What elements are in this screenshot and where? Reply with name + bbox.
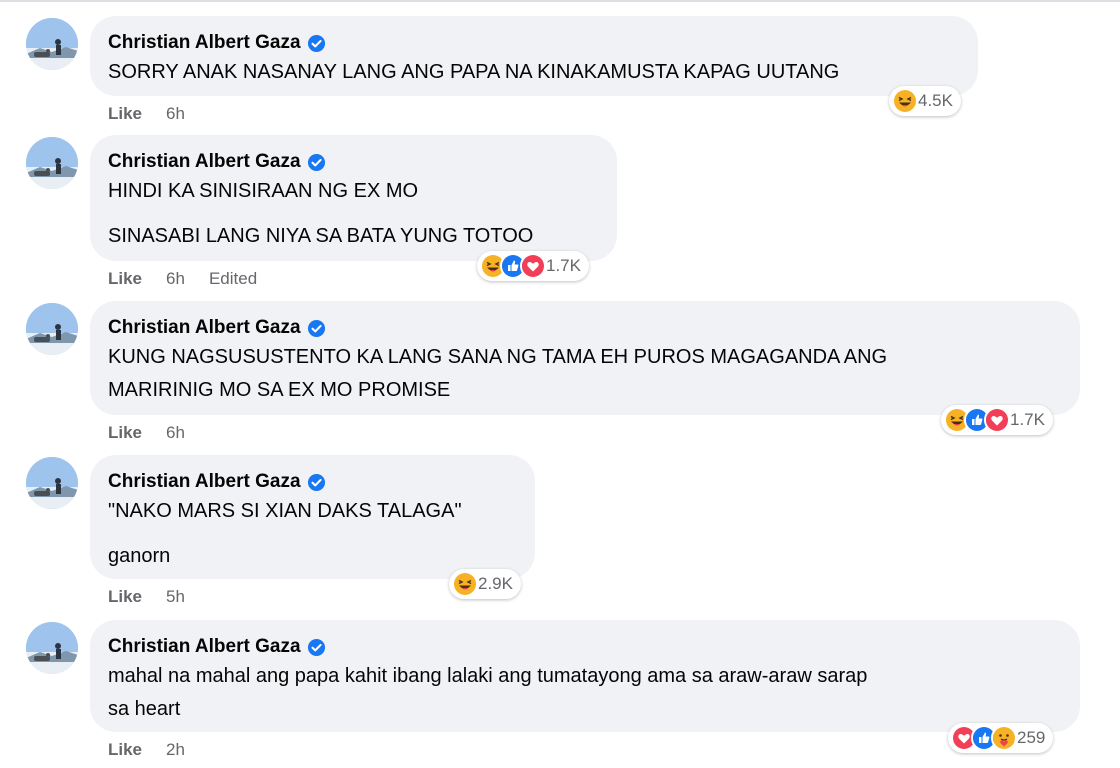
edited-label: Edited — [208, 269, 258, 288]
comment-bubble: Christian Albert Gaza mahal na mahal ang… — [90, 620, 1080, 732]
reaction-summary[interactable]: 1.7K — [941, 405, 1053, 435]
comment-bubble: Christian Albert Gaza HINDI KA SINISIRAA… — [90, 135, 617, 261]
verified-badge-icon — [307, 34, 326, 53]
avatar[interactable] — [26, 137, 78, 189]
comment-text: SORRY ANAK NASANAY LANG ANG PAPA NA KINA… — [108, 61, 840, 83]
comment-bubble: Christian Albert Gaza "NAKO MARS SI XIAN… — [90, 455, 535, 579]
comment-bubble: Christian Albert Gaza KUNG NAGSUSUSTENTO… — [90, 301, 1080, 415]
comment-timestamp[interactable]: 6h — [166, 423, 185, 443]
love-reaction-icon — [520, 253, 546, 279]
comment-bubble: Christian Albert Gaza SORRY ANAK NASANAY… — [90, 16, 978, 96]
reaction-count: 259 — [1017, 728, 1046, 747]
reaction-summary[interactable]: 4.5K — [889, 86, 961, 116]
like-button[interactable]: Like — [108, 423, 142, 443]
comment-actions: Like 6h — [108, 104, 209, 124]
avatar[interactable] — [26, 18, 78, 70]
like-button[interactable]: Like — [108, 587, 142, 607]
verified-badge-icon — [307, 319, 326, 338]
comment-author[interactable]: Christian Albert Gaza — [108, 32, 301, 54]
comment-timestamp[interactable]: 6h — [166, 269, 185, 289]
reaction-count: 4.5K — [918, 91, 953, 110]
comment-author[interactable]: Christian Albert Gaza — [108, 151, 301, 173]
avatar[interactable] — [26, 622, 78, 674]
haha-reaction-icon — [452, 571, 478, 597]
verified-badge-icon — [307, 638, 326, 657]
comment-author[interactable]: Christian Albert Gaza — [108, 471, 301, 493]
comment-text: SINASABI LANG NIYA SA BATA YUNG TOTOO — [108, 225, 534, 247]
love-reaction-icon — [984, 407, 1010, 433]
comment-actions: Like 6h — [108, 423, 209, 443]
reaction-summary[interactable]: 259 — [948, 723, 1054, 753]
comment-text: mahal na mahal ang papa kahit ibang lala… — [108, 665, 868, 687]
comment-text: HINDI KA SINISIRAAN NG EX MO — [108, 180, 419, 202]
top-divider — [0, 0, 1120, 2]
reaction-count: 1.7K — [546, 256, 581, 275]
comment-timestamp[interactable]: 2h — [166, 740, 185, 760]
reaction-count: 1.7K — [1010, 410, 1045, 429]
verified-badge-icon — [307, 153, 326, 172]
comment-timestamp[interactable]: 6h — [166, 104, 185, 124]
haha-reaction-icon — [892, 88, 918, 114]
avatar[interactable] — [26, 303, 78, 355]
comment-text: ganorn — [108, 545, 171, 567]
comment-text: "NAKO MARS SI XIAN DAKS TALAGA" — [108, 500, 462, 522]
reaction-summary[interactable]: 1.7K — [477, 251, 589, 281]
comment-text: MARIRINIG MO SA EX MO PROMISE — [108, 379, 451, 401]
comment-author[interactable]: Christian Albert Gaza — [108, 317, 301, 339]
comment-text: KUNG NAGSUSUSTENTO KA LANG SANA NG TAMA … — [108, 346, 888, 368]
care-reaction-icon — [991, 725, 1017, 751]
verified-badge-icon — [307, 473, 326, 492]
reaction-summary[interactable]: 2.9K — [449, 569, 521, 599]
reaction-count: 2.9K — [478, 574, 513, 593]
comment-text: sa heart — [108, 698, 181, 720]
comment-author[interactable]: Christian Albert Gaza — [108, 636, 301, 658]
like-button[interactable]: Like — [108, 269, 142, 289]
comment-actions: Like 6h Edited — [108, 269, 257, 289]
like-button[interactable]: Like — [108, 104, 142, 124]
like-button[interactable]: Like — [108, 740, 142, 760]
comment-actions: Like 5h — [108, 587, 209, 607]
comment-actions: Like 2h — [108, 740, 209, 760]
comment-timestamp[interactable]: 5h — [166, 587, 185, 607]
avatar[interactable] — [26, 457, 78, 509]
